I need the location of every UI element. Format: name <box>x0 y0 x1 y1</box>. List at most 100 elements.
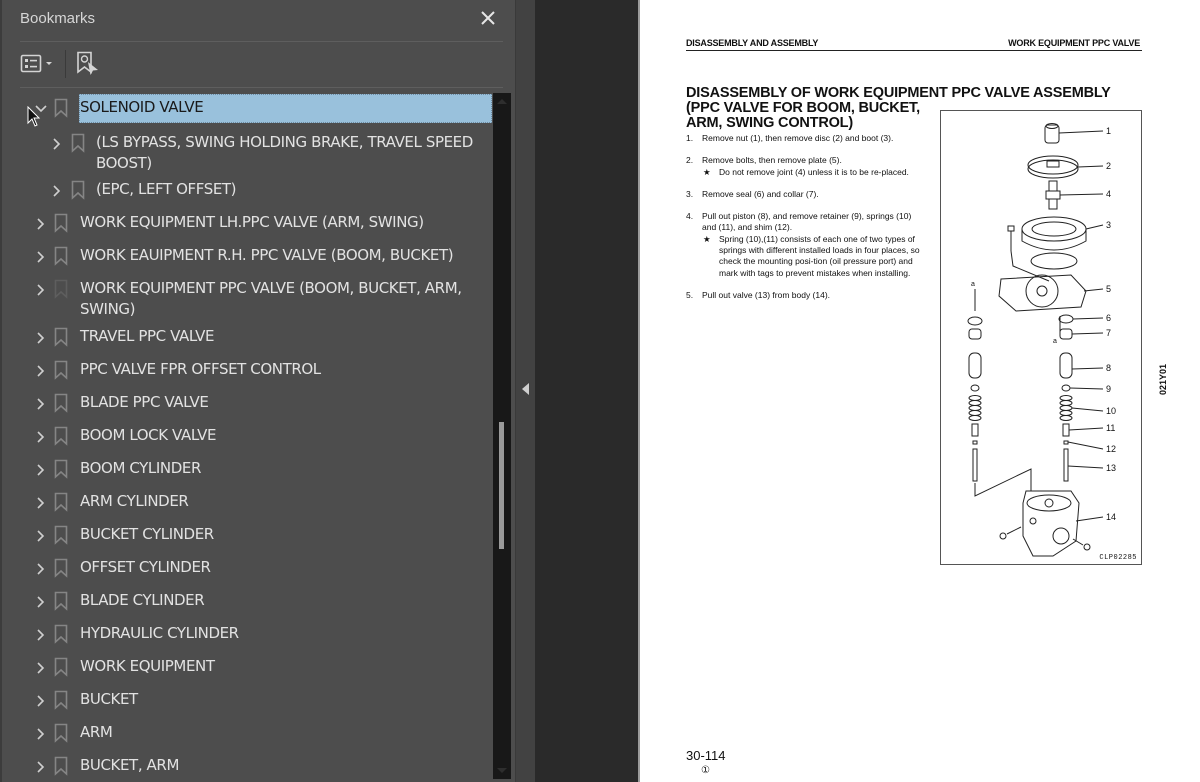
bookmark-item[interactable]: WORK EQUIPMENT <box>2 652 493 682</box>
bookmark-item[interactable]: WORK EQUIPMENT PPC VALVE (BOOM, BUCKET, … <box>2 274 493 319</box>
bookmark-item[interactable]: SOLENOID VALVE <box>2 93 493 123</box>
page-header-left: DISASSEMBLY AND ASSEMBLY <box>686 38 819 48</box>
callout-number: 10 <box>1106 406 1116 416</box>
bookmark-options-icon <box>20 54 52 73</box>
callout-number: 2 <box>1106 161 1111 171</box>
mouse-cursor-icon <box>27 106 41 127</box>
bookmarks-scrollbar[interactable] <box>493 93 511 779</box>
header-rule <box>686 50 1142 51</box>
bookmark-item[interactable]: BUCKET <box>2 685 493 715</box>
chevron-right-icon[interactable] <box>34 562 48 576</box>
bookmark-item[interactable]: WORK EAUIPMENT R.H. PPC VALVE (BOOM, BUC… <box>2 241 493 271</box>
chevron-right-icon[interactable] <box>34 727 48 741</box>
step-text: Remove nut (1), then remove disc (2) and… <box>702 133 894 143</box>
bookmarks-panel: Bookmarks SOLENOID VALVE (LS BYPASS, SWI… <box>0 0 515 782</box>
chevron-right-icon[interactable] <box>34 760 48 774</box>
bookmark-item[interactable]: PPC VALVE FPR OFFSET CONTROL <box>2 355 493 385</box>
bookmark-options-button[interactable] <box>20 53 58 75</box>
bookmark-icon <box>54 624 68 644</box>
bookmark-icon <box>54 393 68 413</box>
bookmark-item[interactable]: ARM <box>2 718 493 748</box>
chevron-right-icon[interactable] <box>34 463 48 477</box>
step-number: 4. <box>686 211 694 222</box>
bookmark-item[interactable]: BLADE PPC VALVE <box>2 388 493 418</box>
bookmark-item[interactable]: (LS BYPASS, SWING HOLDING BRAKE, TRAVEL … <box>2 128 493 173</box>
chevron-right-icon[interactable] <box>50 137 64 151</box>
bookmark-label: BLADE PPC VALVE <box>80 393 209 411</box>
chevron-right-icon[interactable] <box>34 364 48 378</box>
bookmark-label: ARM CYLINDER <box>80 492 189 510</box>
chevron-right-icon[interactable] <box>50 184 64 198</box>
revision-mark: ① <box>701 765 710 776</box>
bookmark-icon <box>54 360 68 380</box>
bookmark-label: OFFSET CYLINDER <box>80 558 211 576</box>
collapse-left-arrow-icon[interactable] <box>522 383 529 395</box>
bookmark-item[interactable]: (EPC, LEFT OFFSET) <box>2 175 493 205</box>
title-line: DISASSEMBLY OF WORK EQUIPMENT PPC VALVE … <box>686 85 1111 101</box>
bookmark-item[interactable]: BUCKET, ARM <box>2 751 493 781</box>
bookmark-label: TRAVEL PPC VALVE <box>80 327 215 345</box>
chevron-right-icon[interactable] <box>34 331 48 345</box>
exploded-view-figure: 1 2 4 3 5 6 7 8 9 10 11 12 13 14 a a CLP02285 <box>940 110 1142 565</box>
callout-number: 11 <box>1106 423 1115 433</box>
bookmark-icon <box>54 591 68 611</box>
bookmark-icon <box>54 246 68 266</box>
callout-number: 13 <box>1106 463 1116 473</box>
chevron-right-icon[interactable] <box>34 496 48 510</box>
document-page: DISASSEMBLY AND ASSEMBLY WORK EQUIPMENT … <box>638 0 1200 782</box>
close-panel-button[interactable] <box>476 6 500 30</box>
bookmark-item[interactable]: OFFSET CYLINDER <box>2 553 493 583</box>
bookmark-icon <box>54 213 68 233</box>
callout-number: 4 <box>1106 189 1111 199</box>
scrollbar-thumb[interactable] <box>499 422 504 549</box>
bookmark-label: BUCKET <box>80 690 138 708</box>
bookmark-item[interactable]: BLADE CYLINDER <box>2 586 493 616</box>
chevron-right-icon[interactable] <box>34 628 48 642</box>
bookmark-item[interactable]: BOOM LOCK VALVE <box>2 421 493 451</box>
bookmark-item[interactable]: WORK EQUIPMENT LH.PPC VALVE (ARM, SWING) <box>2 208 493 238</box>
find-current-bookmark-button[interactable] <box>76 51 100 77</box>
bookmark-icon <box>54 525 68 545</box>
chevron-right-icon[interactable] <box>34 694 48 708</box>
bookmark-icon <box>54 327 68 347</box>
bookmark-icon <box>54 723 68 743</box>
chevron-right-icon[interactable] <box>34 430 48 444</box>
bookmark-item[interactable]: BOOM CYLINDER <box>2 454 493 484</box>
marker-a: a <box>971 281 975 288</box>
bookmark-item[interactable]: ARM CYLINDER <box>2 487 493 517</box>
chevron-right-icon[interactable] <box>34 397 48 411</box>
pdf-reader-window: Bookmarks SOLENOID VALVE (LS BYPASS, SWI… <box>0 0 1200 782</box>
bookmark-icon <box>54 98 68 118</box>
divider <box>20 87 503 88</box>
bookmark-label: BLADE CYLINDER <box>80 591 205 609</box>
chevron-right-icon[interactable] <box>34 217 48 231</box>
find-current-bookmark-icon <box>77 51 98 75</box>
step-text: Remove bolts, then remove plate (5). <box>702 155 842 166</box>
side-code: 021Y01 <box>1158 363 1168 395</box>
bookmark-item[interactable]: TRAVEL PPC VALVE <box>2 322 493 352</box>
panel-collapse-splitter[interactable] <box>515 0 535 782</box>
step-text: Pull out valve (13) from body (14). <box>702 289 831 300</box>
bookmark-item[interactable]: HYDRAULIC CYLINDER <box>2 619 493 649</box>
chevron-right-icon[interactable] <box>34 529 48 543</box>
marker-a: a <box>1053 338 1057 345</box>
note-text: Spring (10),(11) consists of each one of… <box>719 233 920 278</box>
procedure-step: 3. Remove seal (6) and collar (7). <box>686 189 922 200</box>
bookmark-label: WORK EQUIPMENT <box>80 657 215 675</box>
chevron-right-icon[interactable] <box>34 595 48 609</box>
bookmarks-toolbar <box>2 42 517 87</box>
ppc-valve-diagram: 1243567891011121314 a a <box>967 123 1116 557</box>
step-note: ★ Spring (10),(11) consists of each one o… <box>702 234 922 279</box>
chevron-right-icon[interactable] <box>34 250 48 264</box>
scroll-down-arrow[interactable] <box>497 768 507 773</box>
page-header-right: WORK EQUIPMENT PPC VALVE <box>1008 38 1140 48</box>
bookmark-label: PPC VALVE FPR OFFSET CONTROL <box>80 360 321 378</box>
chevron-right-icon[interactable] <box>34 661 48 675</box>
bookmark-label: WORK EQUIPMENT PPC VALVE (BOOM, BUCKET, … <box>80 279 462 297</box>
chevron-right-icon[interactable] <box>34 283 48 297</box>
bookmark-icon <box>71 180 85 200</box>
step-number: 5. <box>686 289 694 300</box>
bookmark-label: SOLENOID VALVE <box>80 98 204 116</box>
scroll-up-arrow[interactable] <box>497 99 507 104</box>
bookmark-item[interactable]: BUCKET CYLINDER <box>2 520 493 550</box>
